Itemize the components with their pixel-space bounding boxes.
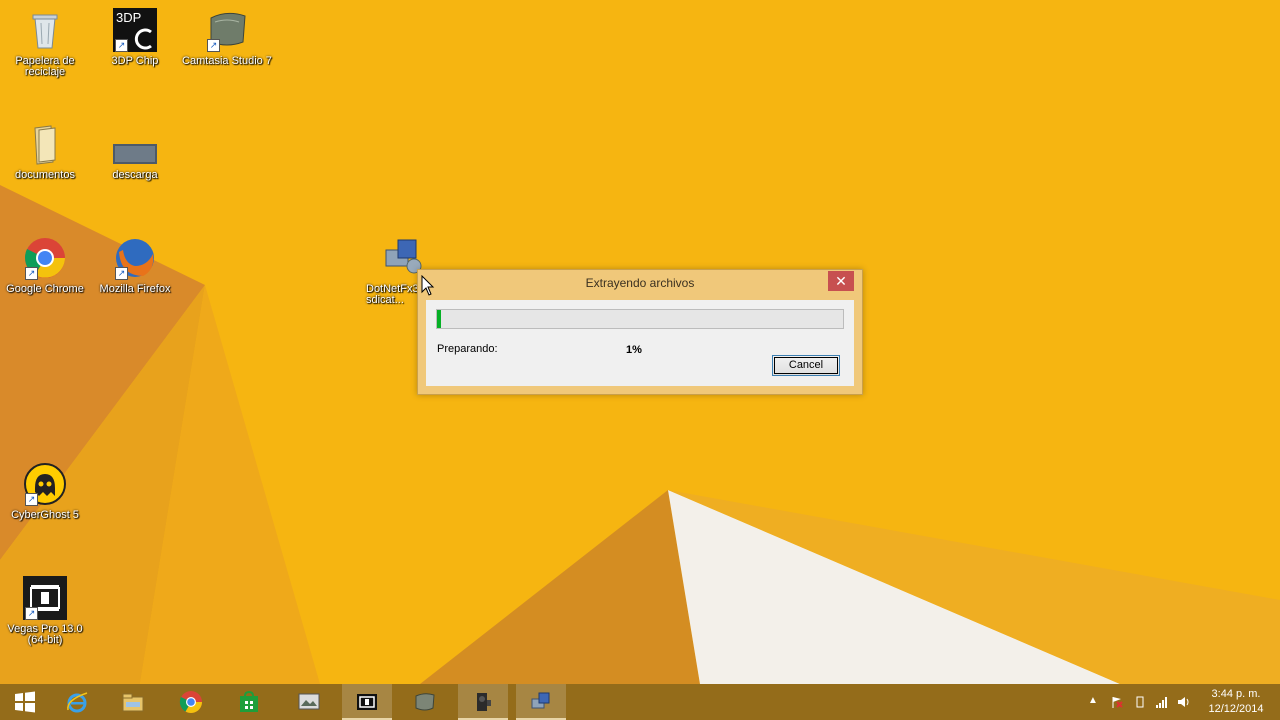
windows-logo-icon: [15, 691, 35, 713]
desktop-icon-vegas-pro[interactable]: ↗ Vegas Pro 13.0 (64-bit): [0, 576, 90, 646]
desktop-icon-label: CyberGhost 5: [11, 509, 79, 521]
extract-files-dialog: Extrayendo archivos ✕ Preparando: 1% Can…: [417, 269, 863, 395]
firefox-icon: ↗: [113, 236, 157, 280]
recycle-bin-icon: [23, 8, 67, 52]
dialog-title: Extrayendo archivos: [585, 276, 695, 290]
volume-icon[interactable]: [1177, 695, 1191, 709]
camtasia-recorder-icon: [298, 693, 320, 710]
clock-time[interactable]: 3:44 p. m.: [1206, 688, 1266, 700]
chrome-icon: [179, 691, 202, 713]
shortcut-arrow-icon: ↗: [115, 267, 128, 280]
chrome-icon: ↗: [23, 236, 67, 280]
progress-bar: [436, 309, 844, 329]
status-label: Preparando:: [437, 343, 498, 355]
installer-icon: [531, 692, 550, 709]
folder-icon: [23, 122, 67, 166]
desktop-icon-label: descarga: [112, 169, 158, 181]
desktop-icon-label: 3DP Chip: [111, 55, 159, 67]
image-thumbnail-icon: [113, 122, 157, 166]
desktop-icon-3dp-chip[interactable]: 3DP ↗ 3DP Chip: [90, 8, 180, 67]
shortcut-arrow-icon: ↗: [25, 267, 38, 280]
network-signal-icon[interactable]: [1155, 695, 1169, 709]
cancel-button[interactable]: Cancel: [772, 355, 840, 376]
shortcut-arrow-icon: ↗: [25, 607, 38, 620]
desktop-icon-label: documentos: [15, 169, 75, 181]
start-button[interactable]: [0, 684, 50, 720]
dialog-content: Preparando: 1% Cancel: [426, 300, 854, 386]
taskbar-vegas[interactable]: [342, 684, 392, 720]
file-explorer-icon: [122, 693, 144, 712]
vegas-pro-icon: [357, 694, 377, 710]
mouse-cursor-icon: [421, 275, 435, 296]
taskbar-file-explorer[interactable]: [108, 684, 158, 720]
installer-icon: [378, 236, 422, 280]
vegas-pro-icon: ↗: [23, 576, 67, 620]
desktop-icon-documentos[interactable]: documentos: [0, 122, 90, 181]
internet-explorer-icon: [67, 692, 88, 713]
camtasia-icon: [415, 693, 435, 711]
desktop-icon-cyberghost[interactable]: ↗ CyberGhost 5: [0, 462, 90, 521]
desktop-icon-label: Google Chrome: [6, 283, 84, 295]
taskbar-camtasia[interactable]: [284, 684, 334, 720]
taskbar-internet-explorer[interactable]: [52, 684, 102, 720]
taskbar-installer[interactable]: [516, 684, 566, 720]
camera-app-icon: [477, 693, 491, 711]
store-icon: [240, 690, 258, 712]
desktop-icon-label: Papelera de reciclaje: [15, 55, 75, 78]
action-center-flag-icon[interactable]: [1110, 695, 1124, 709]
show-hidden-icons-chevron-icon[interactable]: ▲: [1088, 695, 1102, 709]
desktop-icon-mozilla-firefox[interactable]: ↗ Mozilla Firefox: [90, 236, 180, 295]
clock-date[interactable]: 12/12/2014: [1206, 703, 1266, 715]
close-button[interactable]: ✕: [828, 271, 854, 291]
desktop-icon-google-chrome[interactable]: ↗ Google Chrome: [0, 236, 90, 295]
camtasia-icon: ↗: [205, 8, 249, 52]
device-tray-icon[interactable]: [1133, 695, 1147, 709]
desktop-icon-label: Camtasia Studio 7: [182, 55, 272, 67]
taskbar: ▲ 3:44 p. m. 12/12/2014: [0, 684, 1280, 720]
taskbar-app-gray[interactable]: [400, 684, 450, 720]
shortcut-arrow-icon: ↗: [115, 39, 128, 52]
taskbar-app-dark[interactable]: [458, 684, 508, 720]
taskbar-chrome[interactable]: [166, 684, 216, 720]
taskbar-store[interactable]: [224, 684, 274, 720]
shortcut-arrow-icon: ↗: [207, 39, 220, 52]
cyberghost-icon: ↗: [23, 462, 67, 506]
desktop-icon-label: Vegas Pro 13.0 (64-bit): [7, 623, 83, 646]
3dp-chip-icon: 3DP ↗: [113, 8, 157, 52]
desktop-icon-descarga[interactable]: descarga: [90, 122, 180, 181]
desktop-icon-camtasia[interactable]: ↗ Camtasia Studio 7: [182, 8, 272, 67]
desktop-icon-recycle-bin[interactable]: Papelera de reciclaje: [0, 8, 90, 78]
shortcut-arrow-icon: ↗: [25, 493, 38, 506]
progress-percent: 1%: [626, 344, 642, 356]
desktop-icon-label: Mozilla Firefox: [99, 283, 171, 295]
progress-fill: [437, 310, 442, 328]
